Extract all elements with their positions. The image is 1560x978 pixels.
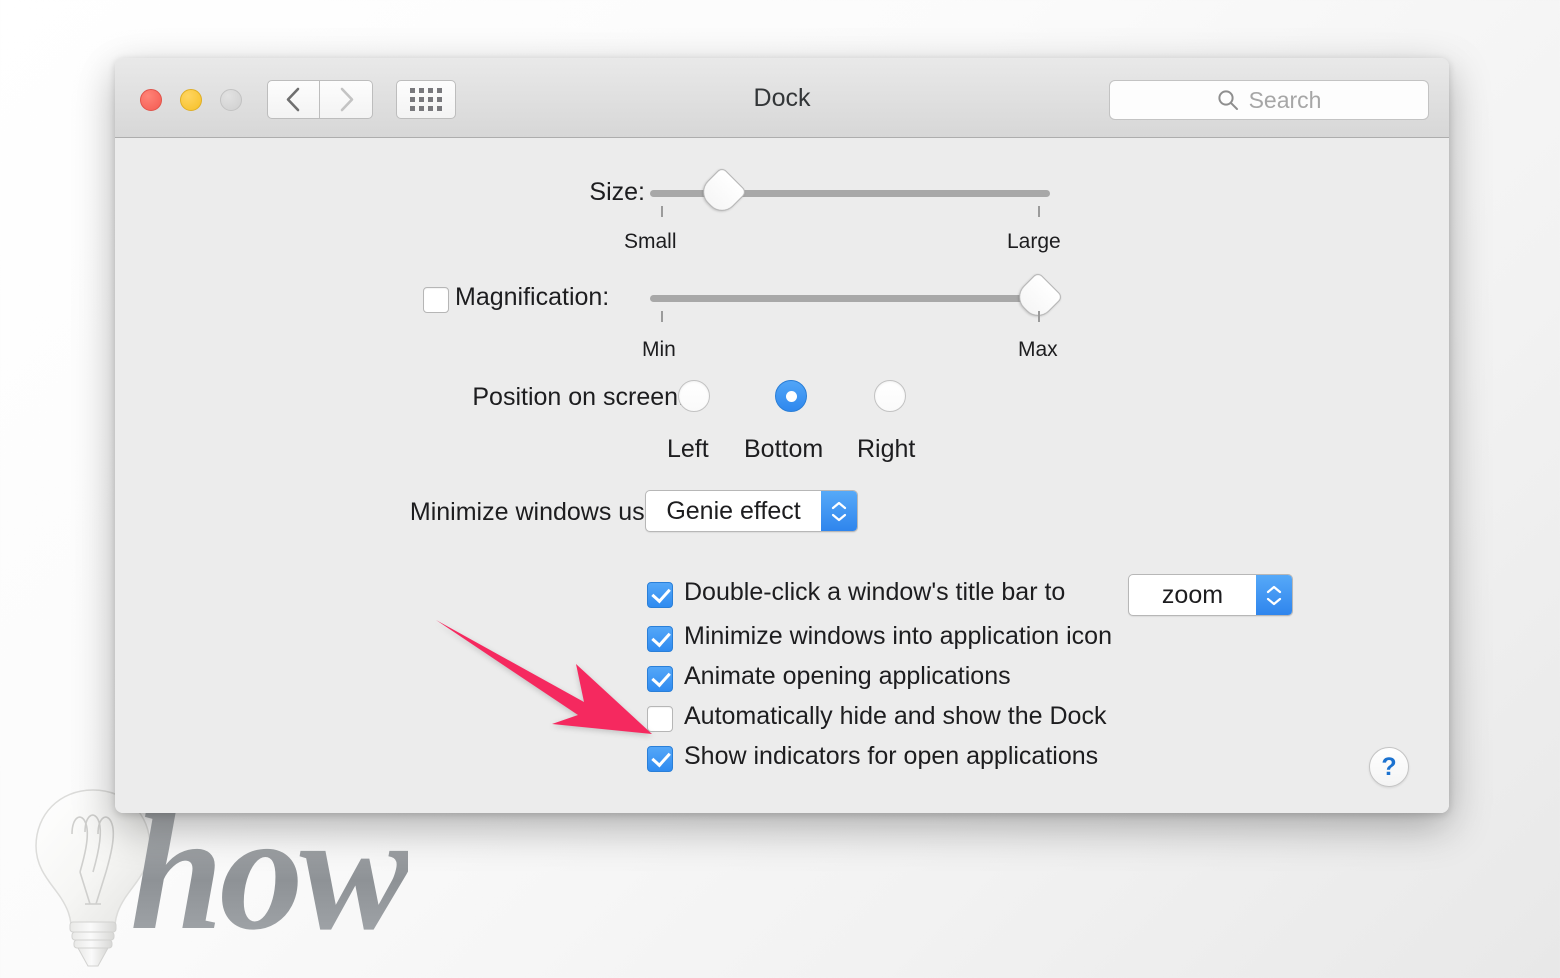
search-placeholder: Search xyxy=(1248,86,1322,113)
checkbox-label-auto-hide-dock: Automatically hide and show the Dock xyxy=(684,702,1107,730)
search-input[interactable]: Search xyxy=(1109,80,1429,120)
position-on-screen-label: Position on screen: xyxy=(472,383,685,411)
checkbox-auto-hide-dock[interactable] xyxy=(647,706,673,732)
checkbox-label-double-click-title-bar: Double-click a window's title bar to xyxy=(684,578,1066,606)
size-max-label: Large xyxy=(1007,230,1061,253)
minimize-effect-value: Genie effect xyxy=(666,496,801,525)
preferences-content: Size: Small Large Magnification: Min Max… xyxy=(115,138,1449,813)
size-label: Size: xyxy=(589,178,645,206)
checkbox-label-minimize-into-app-icon: Minimize windows into application icon xyxy=(684,622,1112,650)
watermark-text: how xyxy=(130,779,411,965)
position-option-bottom-label: Bottom xyxy=(744,435,824,463)
chevron-down-icon xyxy=(1266,597,1282,605)
system-preferences-window: Dock Search Size: Small Large Magnificat… xyxy=(115,58,1449,813)
magnification-slider-thumb[interactable] xyxy=(1012,271,1064,323)
magnification-tick-max xyxy=(1038,311,1040,322)
magnification-tick-min xyxy=(661,311,663,322)
chevron-up-icon xyxy=(831,501,847,509)
size-slider-thumb[interactable] xyxy=(696,166,748,218)
position-radio-bottom[interactable] xyxy=(775,380,807,412)
minimize-effect-popup[interactable]: Genie effect xyxy=(645,490,858,532)
lightbulb-icon xyxy=(35,789,151,967)
checkbox-label-show-indicators: Show indicators for open applications xyxy=(684,742,1099,770)
size-tick-max xyxy=(1038,206,1040,217)
magnification-max-label: Max xyxy=(1018,338,1058,361)
size-tick-min xyxy=(661,206,663,217)
magnification-label: Magnification: xyxy=(455,283,610,311)
position-option-left-label: Left xyxy=(667,435,709,463)
size-min-label: Small xyxy=(624,230,677,253)
checkbox-double-click-title-bar[interactable] xyxy=(647,582,673,608)
checkbox-minimize-into-app-icon[interactable] xyxy=(647,626,673,652)
chevron-down-icon xyxy=(831,513,847,521)
stepper-icon[interactable] xyxy=(1256,575,1292,615)
window-toolbar: Dock Search xyxy=(115,58,1449,138)
position-option-right-label: Right xyxy=(857,435,916,463)
double-click-action-value: zoom xyxy=(1161,580,1224,609)
checkbox-animate-opening-apps[interactable] xyxy=(647,666,673,692)
checkbox-label-animate-opening-apps: Animate opening applications xyxy=(684,662,1011,690)
double-click-action-popup[interactable]: zoom xyxy=(1128,574,1293,616)
search-icon xyxy=(1217,90,1238,110)
magnification-min-label: Min xyxy=(642,338,676,361)
position-radio-right[interactable] xyxy=(874,380,906,412)
minimize-windows-using-label: Minimize windows using: xyxy=(409,498,685,526)
help-button[interactable]: ? xyxy=(1369,747,1409,787)
position-radio-left[interactable] xyxy=(678,380,710,412)
magnification-checkbox[interactable] xyxy=(423,287,449,313)
chevron-up-icon xyxy=(1266,585,1282,593)
checkbox-show-indicators[interactable] xyxy=(647,746,673,772)
magnification-slider-track[interactable] xyxy=(650,295,1050,302)
stepper-icon[interactable] xyxy=(821,491,857,531)
